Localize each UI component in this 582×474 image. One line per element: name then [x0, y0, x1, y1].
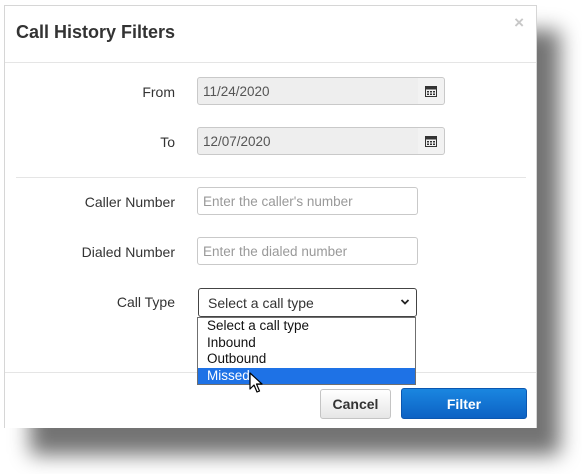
call-type-label: Call Type — [116, 294, 175, 310]
option-outbound[interactable]: Outbound — [198, 351, 415, 368]
dialed-number-label: Dialed Number — [81, 244, 175, 260]
calendar-icon — [425, 136, 437, 147]
filter-button[interactable]: Filter — [401, 388, 527, 419]
close-icon[interactable]: × — [514, 13, 524, 33]
mouse-pointer-icon — [249, 372, 263, 393]
caller-number-input[interactable] — [197, 187, 418, 215]
to-calendar-button[interactable] — [418, 127, 445, 155]
chevron-down-icon — [400, 299, 410, 305]
cancel-button[interactable]: Cancel — [320, 389, 391, 419]
dialog-header: Call History Filters × — [5, 6, 536, 63]
call-type-dropdown-list: Select a call type Inbound Outbound Miss… — [197, 317, 416, 385]
from-calendar-button[interactable] — [418, 77, 445, 105]
call-history-filters-dialog: Call History Filters × From To — [4, 5, 537, 428]
dialed-number-input[interactable] — [197, 237, 418, 265]
from-date-input[interactable] — [197, 77, 419, 105]
call-type-selected-value: Select a call type — [208, 295, 314, 311]
form-divider — [16, 177, 526, 178]
dialog-title: Call History Filters — [16, 22, 176, 42]
call-type-select[interactable]: Select a call type — [198, 288, 417, 317]
option-missed[interactable]: Missed — [198, 367, 415, 384]
stage: Call History Filters × From To — [0, 0, 582, 474]
option-inbound[interactable]: Inbound — [198, 335, 415, 352]
to-label: To — [160, 134, 175, 150]
option-select-a-call-type[interactable]: Select a call type — [198, 318, 415, 335]
from-label: From — [142, 84, 175, 100]
calendar-icon — [425, 86, 437, 97]
to-date-input[interactable] — [197, 127, 419, 155]
caller-number-label: Caller Number — [84, 194, 175, 210]
